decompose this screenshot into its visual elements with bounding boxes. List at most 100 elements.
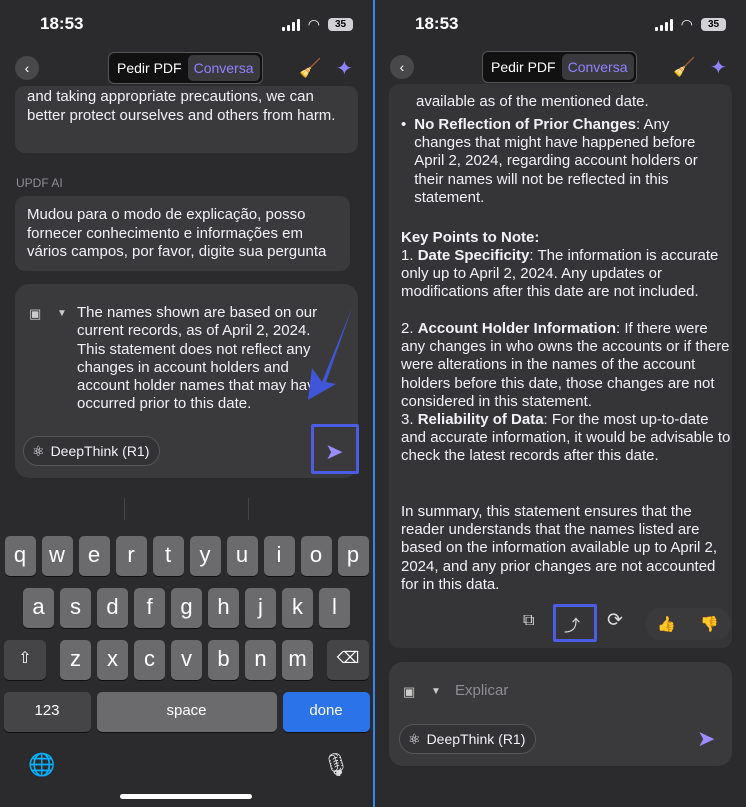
point-1: 1. Date Specificity: The information is …: [401, 247, 719, 301]
wifi-icon: ◠: [680, 16, 693, 32]
bullet-title: No Reflection of Prior Changes: [414, 116, 636, 133]
feedback-group: 👍 👎: [645, 608, 731, 640]
caret-down-icon[interactable]: ▼: [57, 308, 67, 319]
point-2-title: Account Holder Information: [417, 320, 617, 337]
shift-key[interactable]: ⇧: [4, 640, 46, 680]
key-g[interactable]: g: [171, 588, 202, 628]
key-p[interactable]: p: [337, 536, 369, 576]
sparkle-icon[interactable]: ✦: [336, 56, 353, 81]
prompt-mode-icon[interactable]: ▣: [403, 684, 415, 700]
tab-conversa[interactable]: Conversa: [187, 55, 260, 81]
key-n[interactable]: n: [245, 640, 276, 680]
deepthink-label: DeepThink (R1): [50, 443, 150, 459]
atom-icon: ⚛: [408, 730, 421, 747]
backspace-key[interactable]: ⌫: [327, 640, 369, 680]
tab-pedir-pdf[interactable]: Pedir PDF: [111, 55, 188, 81]
message-input[interactable]: Explicar: [455, 682, 508, 699]
key-row-2: a s d f g h j k l: [0, 588, 373, 628]
prompt-mode-icon[interactable]: ▣: [29, 306, 41, 322]
deepthink-toggle[interactable]: ⚛ DeepThink (R1): [399, 724, 537, 754]
response-bullet: • No Reflection of Prior Changes: Any ch…: [401, 116, 698, 206]
pointer-arrow-icon: [308, 308, 352, 400]
space-key[interactable]: space: [96, 692, 277, 732]
key-z[interactable]: z: [60, 640, 91, 680]
status-bar: 18:53 ◠ 35: [375, 0, 746, 50]
tab-pedir-pdf[interactable]: Pedir PDF: [485, 54, 562, 80]
deepthink-label: DeepThink (R1): [426, 731, 526, 747]
left-screen: 18:53 ◠ 35 ‹ Pedir PDF Conversa 🧹 ✦ and …: [0, 0, 373, 807]
tab-conversa[interactable]: Conversa: [561, 54, 634, 80]
key-b[interactable]: b: [208, 640, 239, 680]
thumbs-up-icon[interactable]: 👍: [657, 615, 676, 633]
key-h[interactable]: h: [208, 588, 239, 628]
point-3-title: Reliability of Data: [417, 411, 544, 428]
key-q[interactable]: q: [4, 536, 36, 576]
keyboard: q w e r t y u i o p a s d f g h j k l ⇧ …: [0, 486, 373, 807]
thumbs-down-icon[interactable]: 👎: [700, 615, 719, 633]
key-m[interactable]: m: [282, 640, 313, 680]
status-time: 18:53: [40, 14, 84, 33]
globe-icon[interactable]: 🌐: [28, 752, 55, 778]
status-time: 18:53: [415, 14, 459, 33]
cellular-icon: [281, 18, 300, 31]
battery-icon: 35: [328, 18, 353, 31]
summary-text: In summary, this statement ensures that …: [401, 503, 718, 593]
back-button[interactable]: ‹: [15, 56, 39, 80]
key-d[interactable]: d: [97, 588, 128, 628]
done-key[interactable]: done: [282, 692, 370, 732]
message-composer: ▣ ▼ Explicar ⚛ DeepThink (R1) ➤: [389, 662, 732, 766]
regenerate-icon[interactable]: ⟳: [607, 609, 623, 632]
key-v[interactable]: v: [171, 640, 202, 680]
back-button[interactable]: ‹: [390, 55, 414, 79]
key-i[interactable]: i: [263, 536, 295, 576]
key-l[interactable]: l: [319, 588, 350, 628]
key-s[interactable]: s: [60, 588, 91, 628]
key-t[interactable]: t: [152, 536, 184, 576]
message-input[interactable]: The names shown are based on our current…: [77, 304, 337, 414]
response-actions: ⧉ ⤴ ⟳ 👍 👎: [375, 604, 746, 642]
key-o[interactable]: o: [300, 536, 332, 576]
key-a[interactable]: a: [23, 588, 54, 628]
battery-icon: 35: [701, 18, 726, 31]
key-w[interactable]: w: [41, 536, 73, 576]
key-e[interactable]: e: [78, 536, 110, 576]
wifi-icon: ◠: [307, 16, 320, 32]
key-f[interactable]: f: [134, 588, 165, 628]
key-row-1: q w e r t y u i o p: [0, 536, 373, 576]
microphone-icon[interactable]: 🎙: [322, 752, 350, 778]
key-r[interactable]: r: [115, 536, 147, 576]
key-j[interactable]: j: [245, 588, 276, 628]
key-points-heading: Key Points to Note:: [401, 229, 540, 246]
key-y[interactable]: y: [189, 536, 221, 576]
point-2: 2. Account Holder Information: If there …: [401, 320, 730, 410]
point-3: 3. Reliability of Data: For the most up-…: [401, 411, 731, 465]
ai-sender-label: UPDF AI: [16, 176, 63, 190]
key-u[interactable]: u: [226, 536, 258, 576]
send-highlight-box: [311, 424, 359, 474]
previous-message: and taking appropriate precautions, we c…: [15, 86, 358, 153]
clear-broom-icon[interactable]: 🧹: [299, 58, 321, 79]
cellular-icon: [654, 18, 673, 31]
response-line: available as of the mentioned date.: [416, 93, 649, 110]
point-1-title: Date Specificity: [417, 247, 530, 264]
mode-switch: Pedir PDF Conversa: [482, 51, 637, 83]
chat-header: ‹ Pedir PDF Conversa 🧹 ✦: [0, 52, 373, 84]
mode-switch: Pedir PDF Conversa: [108, 52, 263, 84]
key-k[interactable]: k: [282, 588, 313, 628]
clear-broom-icon[interactable]: 🧹: [673, 57, 695, 78]
key-c[interactable]: c: [134, 640, 165, 680]
home-indicator: [120, 794, 252, 799]
chat-header: ‹ Pedir PDF Conversa 🧹 ✦: [375, 51, 746, 83]
caret-down-icon[interactable]: ▼: [431, 686, 441, 697]
key-row-3: ⇧ z x c v b n m ⌫: [0, 640, 373, 680]
copy-icon[interactable]: ⧉: [523, 612, 534, 630]
atom-icon: ⚛: [32, 442, 45, 459]
right-screen: 18:53 ◠ 35 ‹ Pedir PDF Conversa 🧹 ✦ avai…: [375, 0, 746, 807]
deepthink-toggle[interactable]: ⚛ DeepThink (R1): [23, 436, 161, 466]
sparkle-icon[interactable]: ✦: [710, 55, 727, 80]
send-button[interactable]: ➤: [697, 726, 715, 752]
status-bar: 18:53 ◠ 35: [0, 0, 373, 50]
numbers-key[interactable]: 123: [3, 692, 91, 732]
key-x[interactable]: x: [97, 640, 128, 680]
key-row-4: 123 space done: [0, 692, 373, 732]
